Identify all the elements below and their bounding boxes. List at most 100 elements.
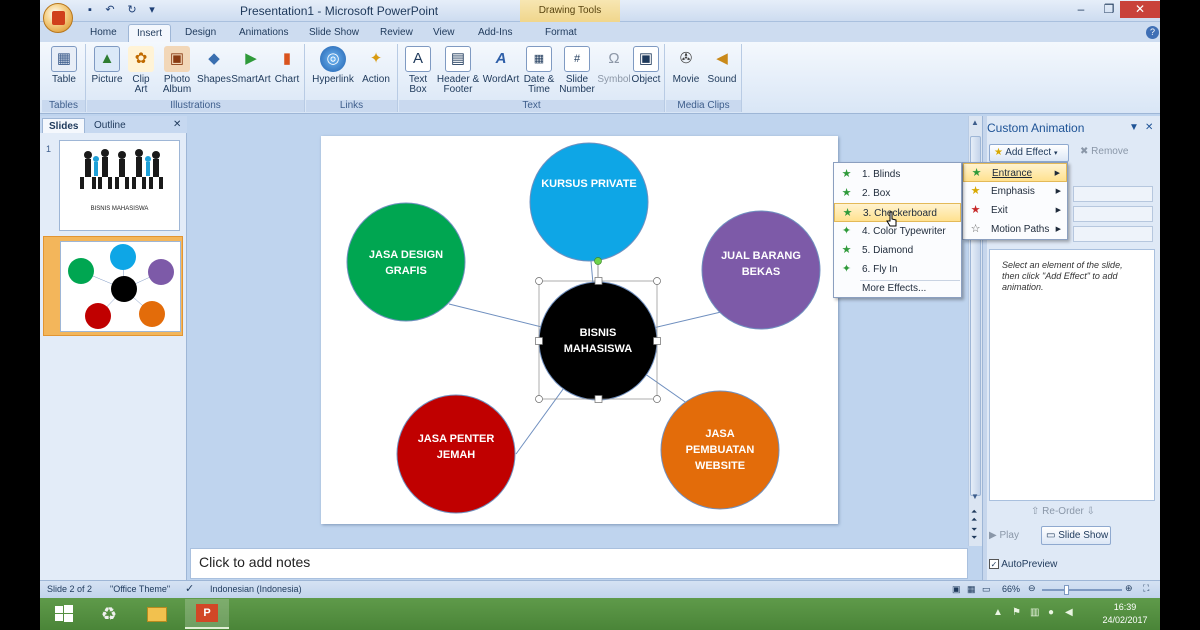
minimize-button[interactable]: –: [1068, 1, 1094, 18]
taskbar-app-powerpoint[interactable]: P: [185, 599, 229, 629]
slide-sorter-icon[interactable]: ▦: [967, 584, 976, 595]
resize-handle[interactable]: [653, 277, 661, 285]
close-button[interactable]: ✕: [1120, 1, 1160, 18]
tab-animations[interactable]: Animations: [231, 24, 296, 42]
tab-insert[interactable]: Insert: [128, 24, 172, 42]
tab-home[interactable]: Home: [82, 24, 125, 42]
clip-art-button[interactable]: ✿ Clip Art: [125, 46, 157, 95]
menu-item-exit[interactable]: ★ Exit ▶: [963, 201, 1067, 220]
tab-format[interactable]: Format: [537, 24, 585, 42]
wordart-button[interactable]: A WordArt: [481, 46, 521, 85]
next-slide-icon[interactable]: ⏷ ⏷: [971, 526, 977, 542]
office-button[interactable]: [43, 3, 73, 33]
windows-logo-icon: [55, 605, 73, 622]
previous-slide-icon[interactable]: ⏶ ⏶: [971, 508, 977, 524]
smartart-button[interactable]: ▶ SmartArt: [231, 46, 271, 85]
slide-show-button[interactable]: ▭ Slide Show: [1041, 526, 1111, 545]
undo-icon[interactable]: ↶: [102, 3, 118, 18]
property-combo[interactable]: [1073, 206, 1153, 222]
reorder-control[interactable]: ⇧ Re-Order ⇩: [1031, 506, 1095, 517]
action-center-icon[interactable]: ⚑: [1012, 607, 1021, 618]
picture-button[interactable]: ▲ Picture: [89, 46, 125, 85]
restore-button[interactable]: ❐: [1096, 1, 1122, 18]
menu-item-emphasis[interactable]: ★ Emphasis ▶: [963, 182, 1067, 201]
proofing-icon[interactable]: ✓: [185, 582, 194, 595]
chart-button[interactable]: ▮ Chart: [271, 46, 303, 85]
menu-item-blinds[interactable]: ★ 1. Blinds: [834, 165, 961, 184]
resize-handle[interactable]: [535, 277, 543, 285]
table-button[interactable]: ▦ Table: [46, 46, 82, 85]
clock[interactable]: 16:39 24/02/2017: [1100, 601, 1150, 627]
resize-handle[interactable]: [594, 277, 603, 285]
sound-button[interactable]: ◀ Sound: [704, 46, 740, 85]
zoom-out-icon[interactable]: ⊖: [1028, 583, 1036, 594]
language-indicator[interactable]: Indonesian (Indonesia): [210, 584, 302, 594]
resize-handle[interactable]: [653, 395, 661, 403]
menu-item-diamond[interactable]: ★ 5. Diamond: [834, 241, 961, 260]
slide-thumbnail-2-selected[interactable]: [43, 236, 183, 336]
tab-outline[interactable]: Outline: [88, 118, 132, 133]
text-box-button[interactable]: A Text Box: [401, 46, 435, 95]
zoom-slider-thumb[interactable]: [1064, 585, 1069, 595]
pane-options-icon[interactable]: ▼: [1129, 122, 1139, 133]
scroll-up-icon[interactable]: ▲: [971, 118, 979, 127]
symbol-button[interactable]: Ω Symbol: [597, 46, 631, 85]
normal-view-icon[interactable]: ▣: [952, 584, 961, 595]
close-pane-icon[interactable]: ✕: [173, 119, 181, 130]
hyperlink-button[interactable]: ◎ Hyperlink: [310, 46, 356, 85]
slide-number-button[interactable]: # Slide Number: [557, 46, 597, 95]
fit-to-window-icon[interactable]: ⛶: [1143, 583, 1149, 594]
tab-review[interactable]: Review: [372, 24, 421, 42]
redo-icon[interactable]: ↻: [124, 3, 140, 18]
header-footer-button[interactable]: ▤ Header & Footer: [435, 46, 481, 95]
taskbar-app-explorer[interactable]: [135, 599, 179, 629]
start-button[interactable]: [42, 599, 86, 629]
menu-item-box[interactable]: ★ 2. Box: [834, 184, 961, 203]
movie-button[interactable]: ✇ Movie: [668, 46, 704, 85]
slide-thumbnail-1[interactable]: BISNIS MAHASISWA: [59, 140, 180, 231]
tab-design[interactable]: Design: [177, 24, 224, 42]
remove-button[interactable]: ✖ Remove: [1076, 144, 1148, 162]
rotation-handle[interactable]: [594, 257, 602, 265]
tab-add-ins[interactable]: Add-Ins: [470, 24, 520, 42]
speed-combo[interactable]: [1073, 226, 1153, 242]
action-button[interactable]: ✦ Action: [358, 46, 394, 85]
resize-handle[interactable]: [653, 337, 661, 345]
tab-slide-show[interactable]: Slide Show: [301, 24, 367, 42]
shapes-button[interactable]: ◆ Shapes: [197, 46, 231, 85]
menu-item-fly-in[interactable]: ✦ 6. Fly In: [834, 260, 961, 279]
tray-expand-icon[interactable]: ▲: [993, 607, 1003, 618]
help-icon[interactable]: ?: [1146, 26, 1159, 39]
customize-qat-icon[interactable]: ▾: [144, 3, 160, 18]
mic-icon[interactable]: ●: [1048, 607, 1054, 618]
tab-view[interactable]: View: [425, 24, 463, 42]
notes-pane[interactable]: Click to add notes: [190, 548, 968, 579]
object-button[interactable]: ▣ Object: [629, 46, 663, 85]
scroll-down-icon[interactable]: ▼: [971, 492, 979, 501]
resize-handle[interactable]: [535, 337, 543, 345]
resize-handle[interactable]: [535, 395, 543, 403]
zoom-in-icon[interactable]: ⊕: [1125, 583, 1133, 594]
autopreview-checkbox[interactable]: ✓ AutoPreview: [989, 559, 1057, 570]
date-time-button[interactable]: ▦ Date & Time: [521, 46, 557, 95]
slide-canvas[interactable]: KURSUS PRIVATE JUAL BARANG BEKAS JASA PE…: [321, 136, 838, 524]
close-pane-icon[interactable]: ✕: [1145, 122, 1153, 133]
resize-handle[interactable]: [594, 395, 603, 403]
slide-show-view-icon[interactable]: ▭: [982, 584, 991, 595]
play-button[interactable]: ▶ Play: [989, 527, 1037, 545]
volume-icon[interactable]: ◀: [1065, 607, 1073, 618]
add-effect-button[interactable]: ★ Add Effect ▾: [989, 144, 1069, 162]
menu-item-more-effects[interactable]: More Effects...: [834, 279, 961, 298]
zoom-level[interactable]: 66%: [1002, 584, 1020, 594]
tab-slides[interactable]: Slides: [42, 118, 86, 133]
save-icon[interactable]: ▪: [82, 3, 98, 18]
photo-album-button[interactable]: ▣ Photo Album: [157, 46, 197, 95]
node-circle-kursus-private[interactable]: [529, 142, 649, 262]
zoom-slider[interactable]: [1042, 589, 1122, 591]
menu-item-motion-paths[interactable]: ☆ Motion Paths ▶: [963, 220, 1067, 239]
animation-list[interactable]: Select an element of the slide, then cli…: [989, 249, 1155, 501]
network-icon[interactable]: ▥: [1030, 607, 1039, 618]
menu-item-entrance[interactable]: ★ Entrance ▶: [963, 163, 1067, 182]
start-combo[interactable]: [1073, 186, 1153, 202]
taskbar-app-recycle[interactable]: ♻: [87, 599, 131, 629]
